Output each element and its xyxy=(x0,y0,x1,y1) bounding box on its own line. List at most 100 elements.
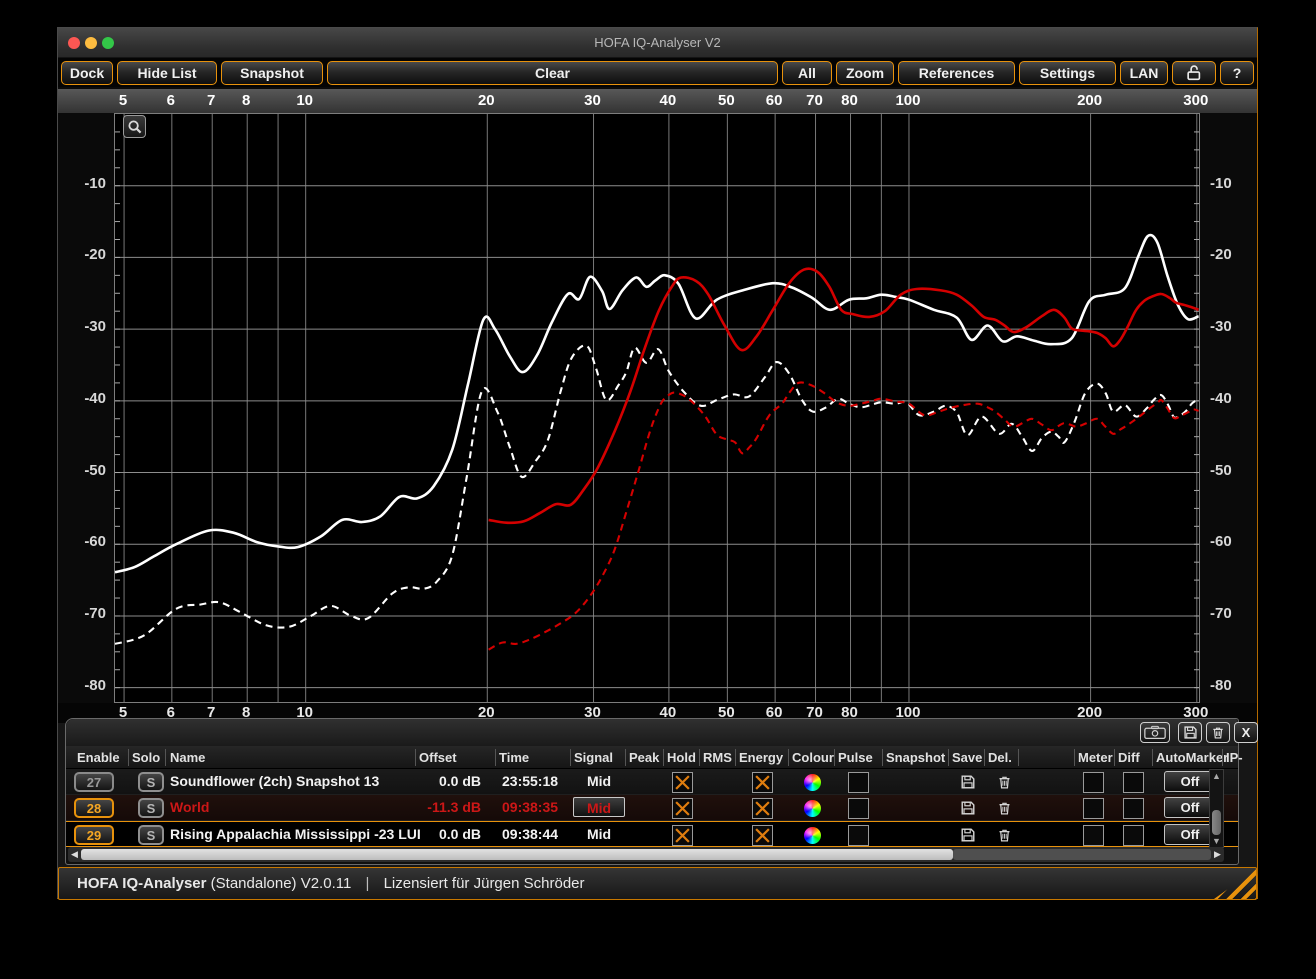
solo-button[interactable]: S xyxy=(138,798,164,818)
header-separator xyxy=(1018,749,1019,766)
frequency-axis-top: 56781020304050607080100200300 xyxy=(58,89,1257,113)
pulse-checkbox[interactable] xyxy=(848,772,869,793)
column-header-automarker[interactable]: AutoMarker xyxy=(1156,750,1228,765)
signal-selector[interactable]: Mid xyxy=(573,826,625,842)
magnifier-button[interactable] xyxy=(123,115,146,138)
column-header-del[interactable]: Del. xyxy=(988,750,1012,765)
pulse-checkbox[interactable] xyxy=(848,798,869,819)
column-header-colour[interactable]: Colour xyxy=(792,750,834,765)
hold-checkbox[interactable] xyxy=(672,825,693,846)
scroll-down-arrow[interactable]: ▼ xyxy=(1212,835,1221,847)
row-save-button[interactable] xyxy=(958,798,978,818)
row-delete-button[interactable] xyxy=(994,772,1014,792)
solo-button[interactable]: S xyxy=(138,772,164,792)
zoom-button[interactable]: Zoom xyxy=(836,61,894,85)
list-delete-button[interactable] xyxy=(1206,722,1230,743)
column-header-energy[interactable]: Energy xyxy=(739,750,783,765)
scroll-left-arrow[interactable]: ◀ xyxy=(68,849,81,860)
lan-button[interactable]: LAN xyxy=(1120,61,1168,85)
column-header-diff[interactable]: Diff xyxy=(1118,750,1140,765)
column-header-meter[interactable]: Meter xyxy=(1078,750,1113,765)
x-tick-label: 5 xyxy=(119,92,127,109)
y-tick-label: -50 xyxy=(1210,462,1232,479)
row-delete-button[interactable] xyxy=(994,825,1014,845)
settings-button[interactable]: Settings xyxy=(1019,61,1116,85)
hide-list-button[interactable]: Hide List xyxy=(117,61,217,85)
enable-button[interactable]: 28 xyxy=(74,798,114,818)
all-button[interactable]: All xyxy=(782,61,832,85)
snapshot-button[interactable]: Snapshot xyxy=(221,61,323,85)
list-camera-button[interactable] xyxy=(1140,722,1170,743)
column-header-snapshot[interactable]: Snapshot xyxy=(886,750,945,765)
header-separator xyxy=(984,749,985,766)
colour-wheel[interactable] xyxy=(804,774,821,791)
row-offset[interactable]: -11.3 dB xyxy=(381,799,481,815)
vertical-scrollbar[interactable]: ▲ ▼ xyxy=(1209,769,1224,848)
header-separator xyxy=(699,749,700,766)
list-header-row: Enable Solo Name Offset Time Signal Peak Hold RM… xyxy=(66,746,1238,769)
column-header-offset[interactable]: Offset xyxy=(419,750,457,765)
column-header-solo[interactable]: Solo xyxy=(132,750,160,765)
vertical-scroll-thumb[interactable] xyxy=(1212,810,1221,835)
resize-handle[interactable] xyxy=(1214,869,1256,899)
horizontal-scroll-thumb[interactable] xyxy=(81,849,953,860)
column-header-pulse[interactable]: Pulse xyxy=(838,750,873,765)
enable-button[interactable]: 29 xyxy=(74,825,114,845)
scroll-right-arrow[interactable]: ▶ xyxy=(1211,849,1224,860)
column-header-enable[interactable]: Enable xyxy=(77,750,120,765)
spectrum-plot[interactable] xyxy=(114,113,1200,703)
x-tick-label: 6 xyxy=(167,92,175,109)
clear-button[interactable]: Clear xyxy=(327,61,778,85)
list-save-button[interactable] xyxy=(1178,722,1202,743)
header-separator xyxy=(948,749,949,766)
column-header-peak[interactable]: Peak xyxy=(629,750,659,765)
column-header-save[interactable]: Save xyxy=(952,750,982,765)
column-header-time[interactable]: Time xyxy=(499,750,529,765)
meter-checkbox[interactable] xyxy=(1083,798,1104,819)
enable-button[interactable]: 27 xyxy=(74,772,114,792)
signal-selector[interactable]: Mid xyxy=(573,797,625,817)
table-row[interactable]: 29 S Rising Appalachia Mississippi -23 L… xyxy=(66,821,1238,847)
row-save-button[interactable] xyxy=(958,772,978,792)
column-header-ip[interactable]: IP- xyxy=(1226,750,1243,765)
column-header-hold[interactable]: Hold xyxy=(667,750,696,765)
hold-checkbox[interactable] xyxy=(672,798,693,819)
list-close-button[interactable]: X xyxy=(1234,722,1258,743)
lock-button[interactable] xyxy=(1172,61,1216,85)
column-header-rms[interactable]: RMS xyxy=(703,750,732,765)
help-button[interactable]: ? xyxy=(1220,61,1254,85)
energy-checkbox[interactable] xyxy=(752,825,773,846)
checkbox-x-icon xyxy=(674,774,691,791)
row-save-button[interactable] xyxy=(958,825,978,845)
column-header-name[interactable]: Name xyxy=(170,750,205,765)
camera-icon xyxy=(1144,725,1166,740)
row-offset[interactable]: 0.0 dB xyxy=(381,826,481,842)
column-header-signal[interactable]: Signal xyxy=(574,750,613,765)
table-row[interactable]: 28 S World -11.3 dB 09:38:35 Mid Off xyxy=(66,795,1238,821)
solo-button[interactable]: S xyxy=(138,825,164,845)
dock-button[interactable]: Dock xyxy=(61,61,113,85)
pulse-checkbox[interactable] xyxy=(848,825,869,846)
meter-checkbox[interactable] xyxy=(1083,825,1104,846)
row-name[interactable]: Soundflower (2ch) Snapshot 13 xyxy=(170,773,379,789)
y-tick-label: -70 xyxy=(1210,605,1232,622)
table-row[interactable]: 27 S Soundflower (2ch) Snapshot 13 0.0 d… xyxy=(66,769,1238,795)
row-name[interactable]: World xyxy=(170,799,209,815)
diff-checkbox[interactable] xyxy=(1123,825,1144,846)
references-button[interactable]: References xyxy=(898,61,1015,85)
horizontal-scrollbar[interactable]: ◀ ▶ xyxy=(68,847,1224,862)
energy-checkbox[interactable] xyxy=(752,798,773,819)
diff-checkbox[interactable] xyxy=(1123,798,1144,819)
row-delete-button[interactable] xyxy=(994,798,1014,818)
colour-wheel[interactable] xyxy=(804,800,821,817)
colour-wheel[interactable] xyxy=(804,827,821,844)
hold-checkbox[interactable] xyxy=(672,772,693,793)
energy-checkbox[interactable] xyxy=(752,772,773,793)
horizontal-scroll-track[interactable] xyxy=(953,849,1211,860)
row-offset[interactable]: 0.0 dB xyxy=(381,773,481,789)
meter-checkbox[interactable] xyxy=(1083,772,1104,793)
y-tick-label: -30 xyxy=(58,318,106,335)
scroll-up-arrow[interactable]: ▲ xyxy=(1212,770,1221,782)
diff-checkbox[interactable] xyxy=(1123,772,1144,793)
signal-selector[interactable]: Mid xyxy=(573,773,625,789)
